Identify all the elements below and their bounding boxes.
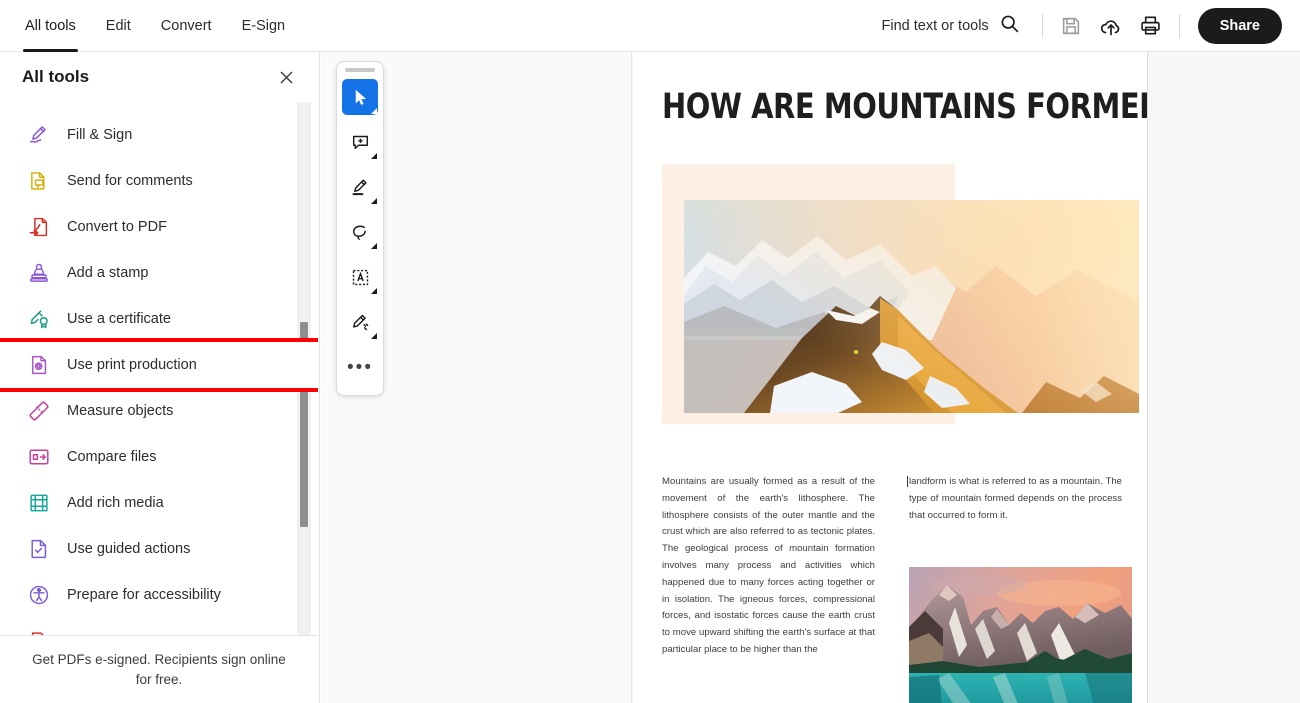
chevron-expand-icon[interactable] [371,243,377,249]
compare-files-icon [28,446,50,468]
sidebar-item-label: Compare files [67,449,157,465]
guided-actions-icon [28,538,50,560]
save-floppy-icon[interactable] [1051,6,1091,46]
sidebar-item-label: Prepare for accessibility [67,587,221,603]
body-paragraph-left: Mountains are usually formed as a result… [662,476,875,655]
sidebar-item-use-a-certificate[interactable]: Use a certificate [0,296,318,342]
lasso-select-icon[interactable] [342,214,378,250]
sidebar-item-label: Add a stamp [67,265,149,281]
sidebar-header: All tools [0,52,319,102]
pdf-page[interactable]: HOW ARE MOUNTAINS FORMED? Mountains are … [633,52,1148,703]
tools-list[interactable]: Fill & Sign Send for comments Convert to… [0,102,318,635]
body-column-right: landform is what is referred to as a mou… [907,474,1122,524]
certificate-icon [28,308,50,330]
sidebar-item-prepare-for-accessibility[interactable]: Prepare for accessibility [0,572,318,618]
search-icon[interactable] [999,13,1020,38]
drag-grip[interactable] [345,68,375,72]
sidebar-footer-text: Get PDFs e-signed. Recipients sign onlin… [32,651,286,687]
close-icon[interactable] [273,64,299,90]
top-toolbar-actions: Find text or tools Share [882,0,1300,52]
sidebar-item-use-print-production[interactable]: Use print production [0,342,318,388]
top-toolbar: All tools Edit Convert E-Sign Find text … [0,0,1300,52]
tab-edit-label: Edit [105,17,131,34]
stamp-icon [28,262,50,284]
toolbar-divider-1 [1041,13,1043,38]
tab-convert[interactable]: Convert [146,0,227,52]
sidebar-item-add-a-stamp[interactable]: Add a stamp [0,250,318,296]
sidebar-item-label: Send for comments [67,173,193,189]
hero-figure [662,164,1139,424]
draw-pen-icon[interactable] [342,304,378,340]
sidebar-item-label: Use print production [67,357,197,373]
pen-sign-icon [28,124,50,146]
main-tabs: All tools Edit Convert E-Sign [0,0,300,52]
share-button[interactable]: Share [1197,7,1282,44]
tab-all-tools-label: All tools [25,17,76,34]
accessibility-icon [28,584,50,606]
chevron-expand-icon[interactable] [371,288,377,294]
sidebar-footer: Get PDFs e-signed. Recipients sign onlin… [0,635,318,703]
sidebar-item-convert-to-pdf[interactable]: Convert to PDF [0,204,318,250]
text-box-icon[interactable] [342,259,378,295]
pdf-editor-window: All tools Edit Convert E-Sign Find text … [0,0,1300,703]
document-viewer[interactable]: HOW ARE MOUNTAINS FORMED? Mountains are … [631,52,1300,703]
sidebar-title: All tools [22,67,90,86]
chevron-expand-icon[interactable] [371,108,377,114]
cloud-upload-icon[interactable] [1091,6,1131,46]
text-cursor [907,476,908,487]
sidebar-item-label: Convert to PDF [67,219,167,235]
snowy-mountain-ridge-sunset-photo [684,200,1139,413]
sidebar-item-fill-and-sign[interactable]: Fill & Sign [0,112,318,158]
tab-e-sign-label: E-Sign [241,17,286,34]
sidebar-item-measure-objects[interactable]: Measure objects [0,388,318,434]
print-production-icon [28,354,50,376]
sidebar-item-use-guided-actions[interactable]: Use guided actions [0,526,318,572]
tab-edit[interactable]: Edit [91,0,146,52]
add-comment-icon[interactable] [342,124,378,160]
sidebar-item-label: Use guided actions [67,541,191,557]
sidebar-item-label: Use a certificate [67,311,171,327]
tab-e-sign[interactable]: E-Sign [227,0,301,52]
sidebar-item-partial-next[interactable] [0,618,318,635]
annotation-toolbar: ••• [336,61,384,396]
comment-doc-icon [28,170,50,192]
sidebar-item-label: Fill & Sign [67,127,133,143]
sidebar-item-label: Measure objects [67,403,174,419]
more-options-icon[interactable]: ••• [342,349,378,385]
tab-convert-label: Convert [160,17,212,34]
toolbar-divider-2 [1178,13,1180,38]
sidebar-item-send-for-comments[interactable]: Send for comments [0,158,318,204]
body-paragraph-right: landform is what is referred to as a mou… [909,476,1122,521]
all-tools-sidebar: All tools Fill & Sign Send for comments … [0,52,320,703]
convert-pdf-icon [28,216,50,238]
highlighter-icon[interactable] [342,169,378,205]
film-media-icon [28,492,50,514]
chevron-expand-icon[interactable] [371,153,377,159]
ruler-icon [28,400,50,422]
tab-all-tools[interactable]: All tools [10,0,91,52]
sidebar-item-compare-files[interactable]: Compare files [0,434,318,480]
turquoise-lake-mountains-photo [909,567,1132,703]
body-column-left: Mountains are usually formed as a result… [662,474,875,659]
sidebar-item-add-rich-media[interactable]: Add rich media [0,480,318,526]
sidebar-item-label: Add rich media [67,495,164,511]
find-text-or-tools[interactable]: Find text or tools [882,13,1034,38]
chevron-expand-icon[interactable] [371,333,377,339]
chevron-expand-icon[interactable] [371,198,377,204]
find-label: Find text or tools [881,17,989,34]
document-left-gutter: ••• [321,52,631,703]
print-icon[interactable] [1131,6,1171,46]
page-title: HOW ARE MOUNTAINS FORMED? [662,87,1148,127]
select-cursor-icon[interactable] [342,79,378,115]
